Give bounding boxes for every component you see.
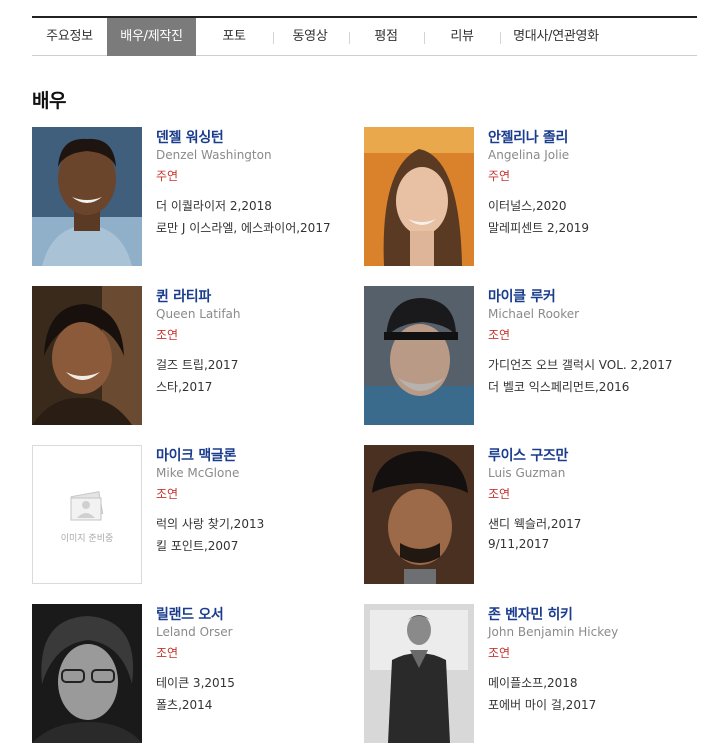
actor-english-name: John Benjamin Hickey — [488, 625, 619, 639]
filmography-item[interactable]: 로만 J 이스라엘, 에스콰이어,2017 — [156, 219, 331, 236]
actor-english-name: Luis Guzman — [488, 466, 566, 480]
actor-photo[interactable] — [364, 604, 474, 743]
actor-role: 조연 — [488, 487, 511, 501]
tab-bar: 주요정보 배우/제작진 포토 동영상 평점 리뷰 명대사/연관영화 — [32, 16, 697, 56]
tab-photo[interactable]: 포토 — [200, 18, 268, 56]
filmography-item[interactable]: 럭의 사랑 찾기,2013 — [156, 515, 264, 532]
actor-role: 조연 — [156, 328, 179, 342]
actor-photo[interactable] — [32, 604, 142, 743]
filmography-item[interactable]: 말레피센트 2,2019 — [488, 219, 589, 236]
actor-role: 주연 — [156, 169, 179, 183]
actor-card: 존 벤자민 히키 John Benjamin Hickey 조연 메이플소프,2… — [364, 604, 694, 744]
filmography-item[interactable]: 포에버 마이 걸,2017 — [488, 696, 596, 713]
actor-role: 조연 — [156, 487, 179, 501]
actor-card: 마이클 루커 Michael Rooker 조연 가디언즈 오브 갤럭시 VOL… — [364, 286, 694, 426]
tab-rating[interactable]: 평점 — [352, 18, 420, 56]
actor-name[interactable]: 루이스 구즈만 — [488, 445, 568, 465]
tab-divider — [273, 32, 274, 44]
filmography-item[interactable]: 샌디 웩슬러,2017 — [488, 515, 581, 532]
actor-name[interactable]: 덴젤 워싱턴 — [156, 127, 224, 147]
actor-role: 조연 — [156, 646, 179, 660]
tab-cast-crew[interactable]: 배우/제작진 — [107, 18, 196, 56]
actor-english-name: Denzel Washington — [156, 148, 272, 162]
filmography-item[interactable]: 가디언즈 오브 갤럭시 VOL. 2,2017 — [488, 356, 673, 373]
actor-card: 릴랜드 오서 Leland Orser 조연 테이큰 3,2015 폴츠,201… — [32, 604, 362, 744]
actor-photo[interactable] — [32, 127, 142, 266]
actor-english-name: Leland Orser — [156, 625, 233, 639]
actor-card: 이미지 준비중 마이크 맥글론 Mike McGlone 조연 럭의 사랑 찾기… — [32, 445, 362, 585]
actor-role: 조연 — [488, 646, 511, 660]
actor-photo-placeholder[interactable]: 이미지 준비중 — [32, 445, 142, 584]
filmography-item[interactable]: 9/11,2017 — [488, 537, 549, 551]
actor-card: 안젤리나 졸리 Angelina Jolie 주연 이터널스,2020 말레피센… — [364, 127, 694, 267]
actor-english-name: Angelina Jolie — [488, 148, 570, 162]
filmography-item[interactable]: 테이큰 3,2015 — [156, 674, 235, 691]
filmography-item[interactable]: 걸즈 트립,2017 — [156, 356, 238, 373]
actor-name[interactable]: 릴랜드 오서 — [156, 604, 224, 624]
tab-divider — [424, 32, 425, 44]
filmography-item[interactable]: 폴츠,2014 — [156, 696, 212, 713]
actor-photo[interactable] — [364, 445, 474, 584]
tab-divider — [500, 32, 501, 44]
actor-english-name: Queen Latifah — [156, 307, 241, 321]
actor-photo[interactable] — [364, 127, 474, 266]
actor-name[interactable]: 존 벤자민 히키 — [488, 604, 573, 624]
actor-english-name: Mike McGlone — [156, 466, 240, 480]
actor-card: 퀸 라티파 Queen Latifah 조연 걸즈 트립,2017 스타,201… — [32, 286, 362, 426]
image-placeholder-icon — [70, 491, 104, 521]
actor-card: 루이스 구즈만 Luis Guzman 조연 샌디 웩슬러,2017 9/11,… — [364, 445, 694, 585]
section-title: 배우 — [32, 90, 66, 112]
actor-name[interactable]: 마이클 루커 — [488, 286, 556, 306]
actor-name[interactable]: 퀸 라티파 — [156, 286, 211, 306]
filmography-item[interactable]: 킬 포인트,2007 — [156, 537, 238, 554]
filmography-item[interactable]: 이터널스,2020 — [488, 197, 567, 214]
actor-name[interactable]: 안젤리나 졸리 — [488, 127, 568, 147]
tab-divider — [349, 32, 350, 44]
actor-role: 주연 — [488, 169, 511, 183]
filmography-item[interactable]: 스타,2017 — [156, 378, 212, 395]
actor-photo[interactable] — [364, 286, 474, 425]
tab-main-info[interactable]: 주요정보 — [32, 18, 107, 56]
actor-card: 덴젤 워싱턴 Denzel Washington 주연 더 이퀄라이저 2,20… — [32, 127, 362, 267]
tab-review[interactable]: 리뷰 — [428, 18, 496, 56]
filmography-item[interactable]: 더 벨코 익스페리먼트,2016 — [488, 378, 629, 395]
actor-role: 조연 — [488, 328, 511, 342]
actor-english-name: Michael Rooker — [488, 307, 580, 321]
filmography-item[interactable]: 메이플소프,2018 — [488, 674, 578, 691]
tab-quotes-related[interactable]: 명대사/연관영화 — [504, 18, 608, 56]
filmography-item[interactable]: 더 이퀄라이저 2,2018 — [156, 197, 272, 214]
actor-name[interactable]: 마이크 맥글론 — [156, 445, 236, 465]
placeholder-text: 이미지 준비중 — [60, 534, 114, 544]
actor-photo[interactable] — [32, 286, 142, 425]
tab-video[interactable]: 동영상 — [276, 18, 344, 56]
